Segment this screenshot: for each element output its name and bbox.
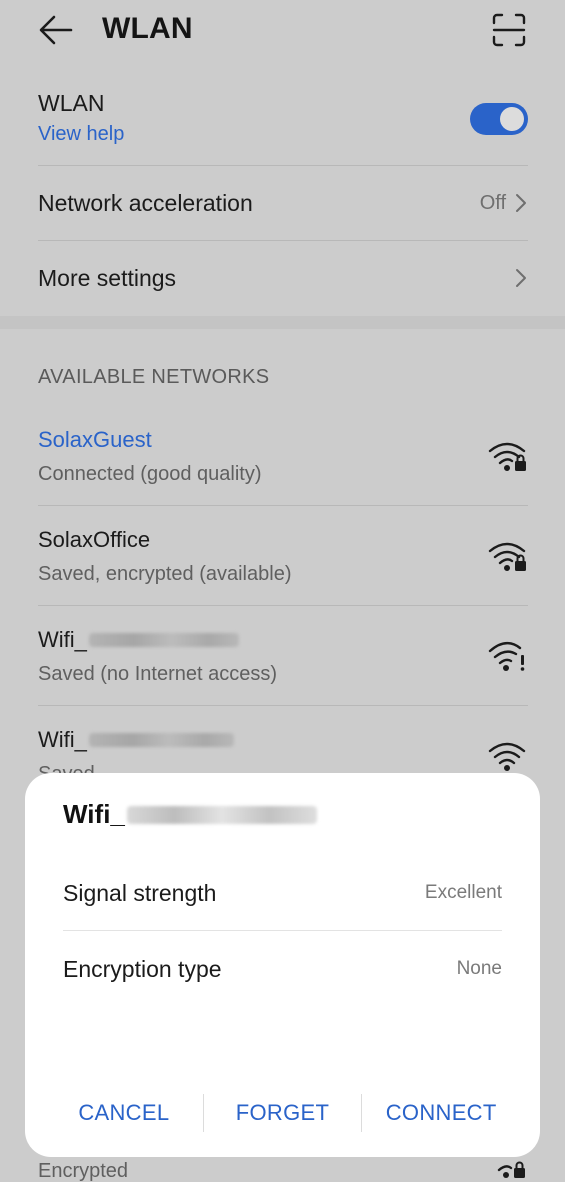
network-item[interactable]: SolaxOffice Saved, encrypted (available) [38, 505, 528, 605]
network-status: Saved, encrypted (available) [38, 563, 292, 585]
network-acceleration-row[interactable]: Network acceleration Off [38, 166, 528, 240]
chevron-right-icon [516, 194, 526, 212]
available-networks-header: AVAILABLE NETWORKS [38, 366, 270, 388]
wlan-toggle-switch[interactable] [470, 103, 528, 135]
network-status: Encrypted [38, 1160, 129, 1182]
network-acceleration-label: Network acceleration [38, 189, 253, 216]
network-item[interactable]: Wifi_ Saved (no Internet access) [38, 605, 528, 705]
redacted-ssid [126, 805, 317, 824]
connect-button[interactable]: CONNECT [362, 1100, 520, 1126]
toggle-knob [500, 107, 524, 131]
dialog-title-prefix: Wifi_ [63, 799, 125, 829]
network-acceleration-value: Off [479, 191, 506, 214]
wlan-toggle-row[interactable]: WLAN View help [38, 90, 528, 164]
more-settings-row[interactable]: More settings [38, 241, 528, 315]
cancel-button[interactable]: CANCEL [45, 1100, 203, 1126]
app-header: WLAN [0, 0, 565, 62]
encryption-type-row: Encryption type None [63, 931, 502, 1007]
redacted-ssid [88, 633, 239, 647]
signal-strength-label: Signal strength [63, 879, 217, 906]
network-name: SolaxGuest [38, 427, 152, 452]
signal-strength-row: Signal strength Excellent [63, 855, 502, 931]
chevron-right-icon [516, 269, 526, 287]
more-settings-label: More settings [38, 264, 177, 291]
network-item[interactable]: SolaxGuest Connected (good quality) [38, 405, 528, 505]
network-name-prefix: Wifi_ [38, 727, 87, 752]
network-name: SolaxOffice [38, 527, 151, 552]
wifi-locked-icon [488, 442, 526, 471]
back-arrow-icon[interactable] [38, 12, 74, 48]
encryption-type-value: None [456, 958, 502, 979]
wifi-alert-icon [488, 642, 525, 671]
network-status: Saved (no Internet access) [38, 663, 278, 685]
forget-button[interactable]: FORGET [204, 1100, 362, 1126]
network-name: Wifi_ [38, 727, 528, 753]
wifi-locked-icon [488, 542, 526, 571]
network-details-dialog: Wifi_ Signal strength Excellent Encrypti… [25, 773, 540, 1157]
dialog-button-bar: CANCEL FORGET CONNECT [45, 1091, 520, 1135]
network-name-prefix: Wifi_ [38, 627, 87, 652]
network-name: Wifi_ [38, 627, 528, 653]
network-status: Connected (good quality) [38, 463, 262, 485]
encryption-type-label: Encryption type [63, 955, 222, 982]
wifi-icon [488, 742, 526, 771]
dialog-title: Wifi_ [63, 799, 317, 830]
scan-qr-icon[interactable] [491, 12, 527, 48]
wlan-label: WLAN [38, 90, 105, 116]
redacted-ssid [88, 733, 234, 747]
page-title: WLAN [102, 12, 193, 45]
section-separator [0, 316, 565, 329]
view-help-link[interactable]: View help [38, 123, 528, 146]
signal-strength-value: Excellent [424, 882, 502, 903]
